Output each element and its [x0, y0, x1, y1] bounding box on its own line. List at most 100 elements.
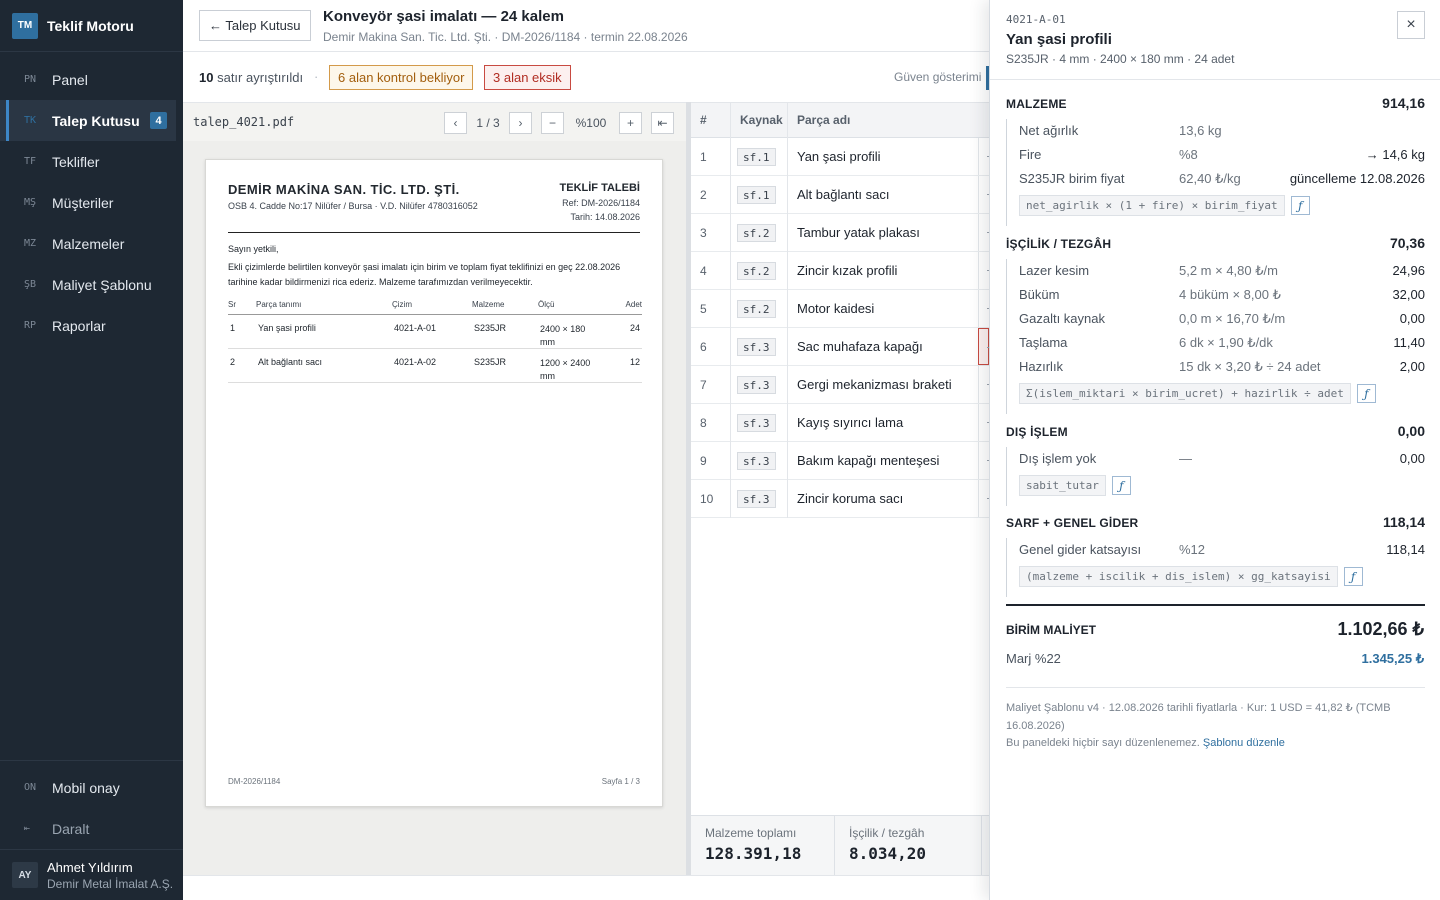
pdf-toolbar: talep_4021.pdf ‹ 1 / 3 › − %100 + ⇤: [183, 103, 686, 141]
collapse-sidebar-button[interactable]: ⇤ Daralt: [0, 808, 183, 849]
sidebar-item-label: Maliyet Şablonu: [52, 276, 152, 293]
formula-text: Σ(islem_miktari × birim_ucret) + hazirli…: [1019, 383, 1351, 404]
mobile-approval-item[interactable]: ON Mobil onay: [0, 767, 183, 808]
next-field-cell[interactable]: [978, 404, 989, 441]
cost-section-lines: Genel gider katsayısı %12 118,14 (malzeme +…: [1006, 538, 1425, 597]
source-page-tag[interactable]: sf.2: [737, 224, 776, 242]
table-row[interactable]: 5 sf.2 Motor kaidesi: [691, 290, 989, 328]
table-row[interactable]: 4 sf.2 Zincir kızak profili: [691, 252, 989, 290]
next-page-button[interactable]: ›: [509, 112, 532, 134]
review-pending-chip[interactable]: 6 alan kontrol bekliyor: [329, 65, 474, 90]
source-page-tag[interactable]: sf.3: [737, 338, 776, 356]
sidebar-item-label: Malzemeler: [52, 235, 125, 252]
cost-line-value: 24,96: [1392, 263, 1425, 278]
next-field-cell[interactable]: [978, 366, 989, 403]
table-header: # Kaynak Parça adı: [691, 103, 989, 138]
sidebar-item-abbr: TK: [24, 115, 37, 126]
close-icon[interactable]: ×: [1397, 11, 1425, 39]
edit-template-link[interactable]: Şablonu düzenle: [1203, 737, 1285, 749]
next-field-cell[interactable]: [978, 290, 989, 327]
missing-fields-chip[interactable]: 3 alan eksik: [484, 65, 571, 90]
unit-cost-label: BİRİM MALİYET: [1006, 623, 1096, 637]
part-name: Zincir kızak profili: [797, 263, 898, 278]
table-row[interactable]: 8 sf.3 Kayış sıyırıcı lama: [691, 404, 989, 442]
sidebar-item-6[interactable]: RP Raporlar: [0, 305, 183, 346]
next-field-cell[interactable]: [978, 176, 989, 213]
table-row[interactable]: 7 sf.3 Gergi mekanizması braketi: [691, 366, 989, 404]
sidebar: TM Teklif Motoru PN Panel TK Talep Kutusu 4 T…: [0, 0, 183, 900]
function-icon[interactable]: ƒ: [1343, 567, 1363, 586]
pdf-page[interactable]: DEMİR MAKİNA SAN. TİC. LTD. ŞTİ. OSB 4. …: [205, 159, 663, 807]
cost-line-value: 0,00: [1399, 451, 1425, 466]
table-row[interactable]: 10 sf.3 Zincir koruma sacı: [691, 480, 989, 518]
sidebar-item-4[interactable]: MZ Malzemeler: [0, 223, 183, 264]
back-to-inbox-button[interactable]: ← Talep Kutusu: [199, 10, 311, 41]
sidebar-item-1[interactable]: TK Talep Kutusu 4: [0, 100, 176, 141]
source-page-tag[interactable]: sf.3: [737, 490, 776, 508]
page-title: Konveyör şasi imalatı — 24 kalem: [323, 8, 564, 25]
formula-text: sabit_tutar: [1019, 475, 1106, 496]
source-page-tag[interactable]: sf.1: [737, 186, 776, 204]
table-row[interactable]: 6 sf.3 Sac muhafaza kapağı: [691, 328, 989, 366]
next-field-cell[interactable]: [978, 252, 989, 289]
doc-address: OSB 4. Cadde No:17 Nilüfer / Bursa · V.D…: [228, 201, 478, 211]
parts-table: # Kaynak Parça adı 1 sf.1 Yan şasi profili…: [691, 102, 989, 875]
section-total: 70,36: [1389, 235, 1425, 251]
source-page-tag[interactable]: sf.2: [737, 262, 776, 280]
cost-line-label: Büküm: [1019, 287, 1060, 302]
cost-line: Fire %8 → 14,6 kg: [1007, 143, 1425, 167]
unit-cost-value: 1.102,66 ₺: [1337, 619, 1424, 639]
prev-page-button[interactable]: ‹: [444, 112, 467, 134]
doc-col-header: Malzeme: [472, 300, 505, 309]
cost-line: Büküm 4 büküm × 8,00 ₺ 32,00: [1007, 283, 1425, 307]
section-total: 0,00: [1397, 423, 1425, 439]
part-name: Sac muhafaza kapağı: [797, 339, 923, 354]
doc-table: Sr Parça tanımı Çizim Malzeme Ölçü Adet 1 Yan ş…: [228, 300, 642, 383]
user-profile[interactable]: AY Ahmet Yıldırım Demir Metal İmalat A.Ş…: [0, 849, 183, 900]
col-source[interactable]: Kaynak: [740, 113, 783, 127]
function-icon[interactable]: ƒ: [1111, 476, 1131, 495]
table-row[interactable]: 1 sf.1 Yan şasi profili: [691, 138, 989, 176]
missing-field-cell[interactable]: [978, 328, 989, 365]
cost-line-value: 0,00: [1399, 311, 1425, 326]
source-page-tag[interactable]: sf.3: [737, 452, 776, 470]
doc-table-cell: 1: [230, 323, 236, 333]
doc-table-cell: S235JR: [474, 357, 507, 367]
cost-line-calc: 15 dk × 3,20 ₺ ÷ 24 adet: [1179, 359, 1321, 374]
margin-value: 1.345,25 ₺: [1361, 651, 1425, 666]
cost-section-lines: Lazer kesim 5,2 m × 4,80 ₺/m 24,96 Büküm 4 b…: [1006, 259, 1425, 414]
next-field-cell[interactable]: [978, 480, 989, 517]
next-field-cell[interactable]: [978, 138, 989, 175]
function-icon[interactable]: ƒ: [1356, 384, 1376, 403]
next-field-cell[interactable]: [978, 442, 989, 479]
brand[interactable]: TM Teklif Motoru: [0, 0, 183, 52]
col-part-name[interactable]: Parça adı: [797, 113, 850, 127]
zoom-in-button[interactable]: +: [619, 112, 642, 134]
doc-footer-ref: DM-2026/1184: [228, 777, 281, 786]
sidebar-item-2[interactable]: TF Teklifler: [0, 141, 183, 182]
fit-width-icon[interactable]: ⇤: [651, 112, 674, 134]
table-row[interactable]: 3 sf.2 Tambur yatak plakası: [691, 214, 989, 252]
function-icon[interactable]: ƒ: [1290, 196, 1310, 215]
next-field-cell[interactable]: [978, 214, 989, 251]
col-number[interactable]: #: [700, 113, 707, 127]
table-row[interactable]: 9 sf.3 Bakım kapağı menteşesi: [691, 442, 989, 480]
zoom-out-button[interactable]: −: [541, 112, 564, 134]
source-page-tag[interactable]: sf.3: [737, 414, 776, 432]
part-name: Motor kaidesi: [797, 301, 875, 316]
footnote-divider: [1006, 687, 1425, 688]
source-page-tag[interactable]: sf.2: [737, 300, 776, 318]
sidebar-item-5[interactable]: ŞB Maliyet Şablonu: [0, 264, 183, 305]
source-page-tag[interactable]: sf.1: [737, 148, 776, 166]
pricing-footnote: Maliyet Şablonu v4 · 12.08.2026 tarihli …: [1006, 702, 1391, 732]
source-page-tag[interactable]: sf.3: [737, 376, 776, 394]
cost-line-value: güncelleme 12.08.2026: [1289, 171, 1425, 186]
table-row[interactable]: 2 sf.1 Alt bağlantı sacı: [691, 176, 989, 214]
row-number: 3: [700, 226, 707, 240]
cost-section-lines: Dış işlem yok — 0,00 sabit_tutar ƒ: [1006, 447, 1425, 506]
sidebar-item-3[interactable]: MŞ Müşteriler: [0, 182, 183, 223]
sidebar-item-0[interactable]: PN Panel: [0, 59, 183, 100]
confidence-toggle-label[interactable]: Güven gösterimi: [894, 70, 981, 84]
doc-footer-page: Sayfa 1 / 3: [601, 777, 640, 786]
pdf-viewer: talep_4021.pdf ‹ 1 / 3 › − %100 + ⇤ DEMİ…: [183, 102, 686, 875]
